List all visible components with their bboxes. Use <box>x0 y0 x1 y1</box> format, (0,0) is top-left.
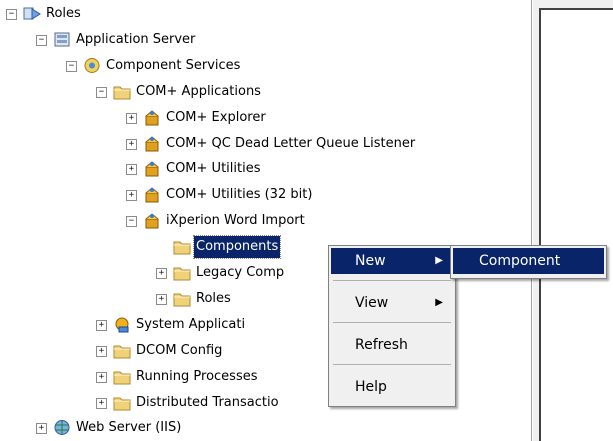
folder-icon <box>113 394 131 411</box>
tree-node[interactable]: + Running Processes <box>96 366 531 388</box>
roles-icon <box>23 5 41 22</box>
tree-node[interactable]: − Roles <box>6 3 486 25</box>
expand-icon[interactable]: + <box>96 371 107 383</box>
web-server-icon <box>53 419 71 436</box>
tree-node-label: iXperion Word Import <box>166 213 305 229</box>
expand-icon[interactable]: + <box>96 345 107 357</box>
tree-node-label: COM+ Explorer <box>166 109 266 125</box>
tree-node[interactable]: + COM+ QC Dead Letter Queue Listener <box>126 133 531 155</box>
submenu-item-component-label: Component <box>479 253 561 269</box>
submenu-item-component[interactable]: Component <box>453 248 604 274</box>
expand-icon[interactable]: + <box>96 397 107 409</box>
collapse-icon[interactable]: − <box>126 216 137 228</box>
folder-icon <box>173 264 191 281</box>
tree-node[interactable]: − iXperion Word Import <box>126 210 531 232</box>
com-package-icon <box>143 135 161 152</box>
expand-icon[interactable]: + <box>126 112 137 124</box>
tree-node[interactable]: + COM+ Explorer <box>126 107 531 129</box>
tree-node[interactable]: + Web Server (IIS) <box>36 417 516 439</box>
tree-node-label: COM+ Utilities <box>166 161 261 177</box>
menu-separator <box>333 280 451 281</box>
component-services-icon <box>83 57 101 74</box>
expand-icon[interactable]: + <box>96 319 107 331</box>
com-package-icon <box>143 109 161 126</box>
collapse-icon[interactable]: − <box>96 86 107 98</box>
tree-node-label: Component Services <box>106 57 241 73</box>
collapse-icon[interactable]: − <box>66 60 77 72</box>
tree-node[interactable]: + Distributed Transactio <box>96 392 531 414</box>
tree-node-label: Roles <box>46 6 81 21</box>
menu-item-help[interactable]: Help <box>331 374 453 400</box>
tree-node-label: COM+ Utilities (32 bit) <box>166 187 313 203</box>
tree-node-label: Web Server (IIS) <box>76 420 182 436</box>
folder-icon <box>113 342 131 359</box>
collapse-icon[interactable]: − <box>36 34 47 46</box>
tree-node-label: Application Server <box>76 31 196 47</box>
menu-item-refresh-label: Refresh <box>355 337 408 353</box>
expand-icon[interactable]: + <box>156 293 167 305</box>
system-app-icon <box>113 316 131 333</box>
tree-node[interactable]: + System Applicati <box>96 314 531 336</box>
expand-icon[interactable]: + <box>126 138 137 150</box>
collapse-icon[interactable]: − <box>6 9 17 20</box>
tree-node-label: COM+ QC Dead Letter Queue Listener <box>166 135 416 151</box>
menu-item-help-label: Help <box>355 379 387 395</box>
details-pane-content <box>539 8 613 441</box>
tree-node[interactable]: − Component Services <box>66 55 531 77</box>
tree-node-label: COM+ Applications <box>136 83 261 99</box>
com-package-icon <box>143 160 161 177</box>
expand-icon[interactable]: + <box>156 268 167 279</box>
submenu: Component <box>450 245 607 279</box>
tree-node-label: Components <box>192 235 282 260</box>
submenu-arrow-icon: ▶ <box>435 297 443 308</box>
tree-node[interactable]: + DCOM Config <box>96 340 531 362</box>
details-pane <box>533 0 613 441</box>
menu-item-view[interactable]: View ▶ <box>331 290 453 316</box>
tree-node[interactable]: + COM+ Utilities (32 bit) <box>126 184 531 206</box>
tree-node[interactable]: + COM+ Utilities <box>126 158 531 180</box>
context-menu: New ▶ View ▶ Refresh Help <box>328 245 456 407</box>
tree-node-label: Distributed Transactio <box>136 394 279 410</box>
menu-item-view-label: View <box>355 295 389 311</box>
menu-separator <box>333 322 451 323</box>
menu-separator <box>333 364 451 365</box>
tree-node[interactable]: − COM+ Applications <box>96 81 531 103</box>
com-package-icon <box>143 212 161 229</box>
menu-item-new-label: New <box>355 253 386 269</box>
tree-node-label: Legacy Comp <box>196 265 285 280</box>
tree-node-label: DCOM Config <box>136 342 223 358</box>
tree-node-label: Running Processes <box>136 368 258 384</box>
expand-icon[interactable]: + <box>126 164 137 176</box>
submenu-arrow-icon: ▶ <box>435 255 443 266</box>
server-icon <box>53 31 71 48</box>
expand-icon[interactable]: + <box>126 190 137 202</box>
tree-node-label: Roles <box>196 290 231 306</box>
tree-node[interactable]: − Application Server <box>36 29 516 51</box>
tree-node-label: System Applicati <box>136 316 246 332</box>
menu-item-new[interactable]: New ▶ <box>331 248 453 274</box>
folder-icon <box>113 368 131 385</box>
com-package-icon <box>143 186 161 203</box>
folder-icon <box>173 238 191 255</box>
expand-icon[interactable]: + <box>36 423 47 435</box>
menu-item-refresh[interactable]: Refresh <box>331 332 453 358</box>
folder-icon <box>173 290 191 307</box>
folder-icon <box>113 83 131 100</box>
